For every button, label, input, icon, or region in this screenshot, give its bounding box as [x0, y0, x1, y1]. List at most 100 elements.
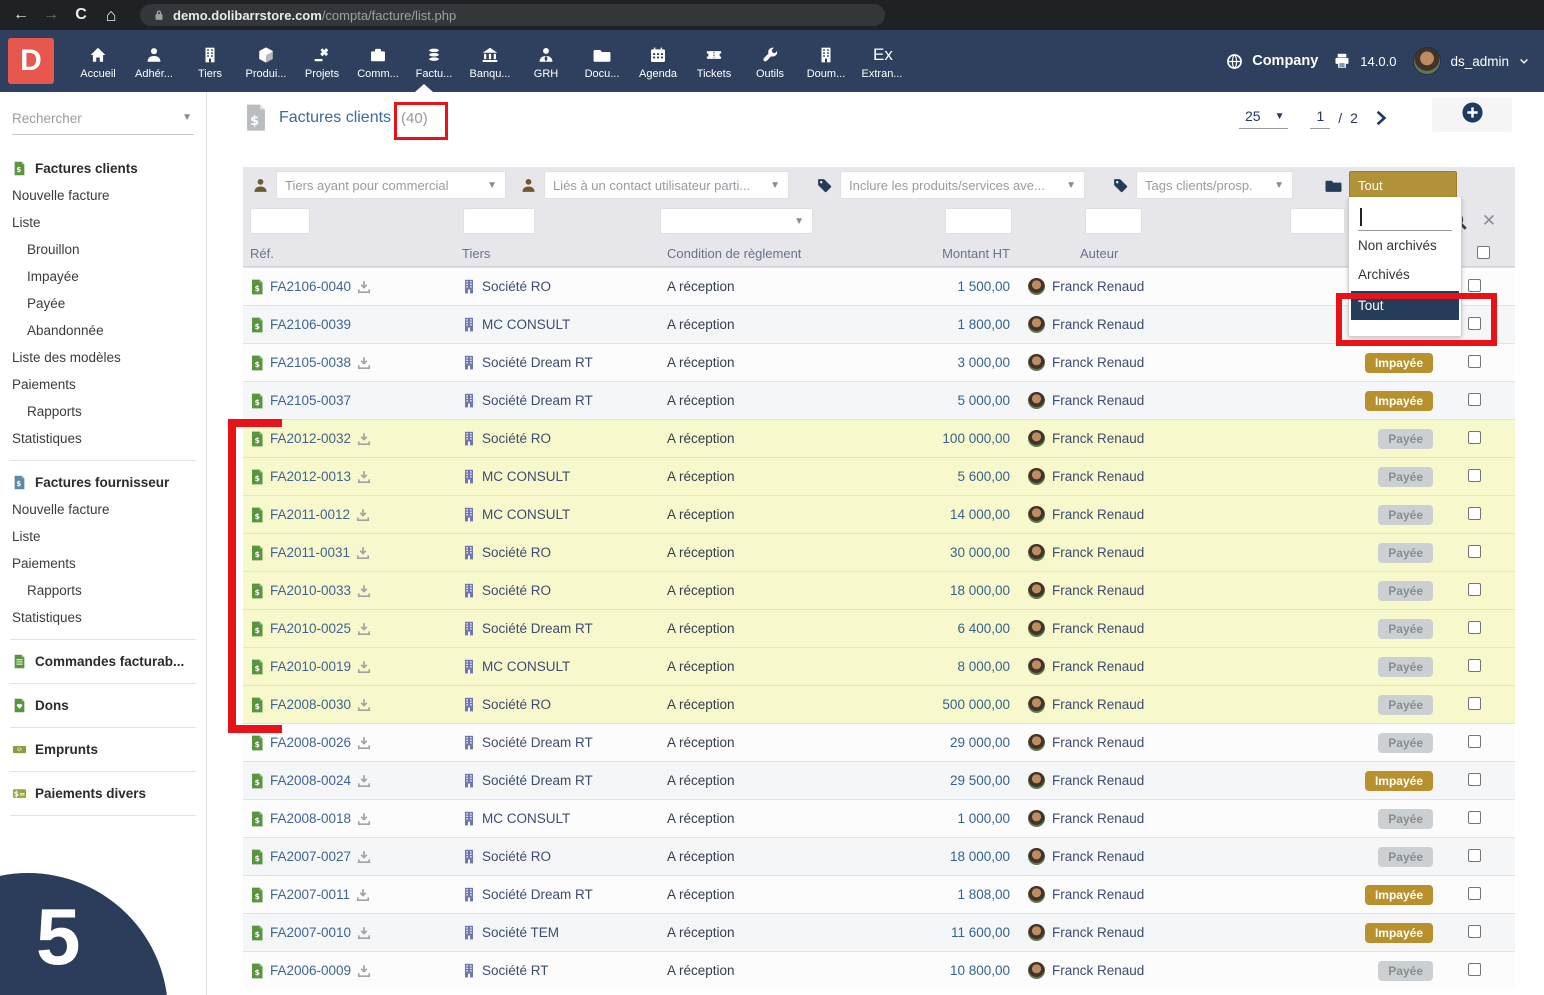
row-checkbox[interactable]: [1467, 810, 1481, 824]
dropdown-option-nonarchivs[interactable]: Non archivés: [1349, 231, 1461, 260]
sidebar-item-rapports[interactable]: Rapports: [0, 398, 206, 425]
thirdparty-link[interactable]: Société RT: [482, 963, 549, 978]
download-icon[interactable]: [356, 925, 372, 941]
invoice-ref-link[interactable]: FA2012-0013: [270, 469, 351, 484]
download-icon[interactable]: [356, 811, 372, 827]
next-page-icon[interactable]: [1372, 109, 1390, 127]
thirdparty-link[interactable]: MC CONSULT: [482, 317, 570, 332]
download-icon[interactable]: [356, 431, 372, 447]
invoice-ref-link[interactable]: FA2105-0037: [270, 393, 351, 408]
sidebar-item-paiements[interactable]: Paiements: [0, 550, 206, 577]
thirdparty-link[interactable]: Société RO: [482, 545, 551, 560]
thirdparty-link[interactable]: MC CONSULT: [482, 811, 570, 826]
menu-item-banqu[interactable]: Banqu...: [462, 42, 518, 80]
filter-archive-select[interactable]: Tout: [1349, 171, 1457, 199]
clear-filters-icon[interactable]: ✕: [1479, 211, 1499, 231]
menu-item-adhr[interactable]: Adhér...: [126, 42, 182, 80]
sidebar-item-paye[interactable]: Payée: [0, 290, 206, 317]
thirdparty-link[interactable]: Société RO: [482, 279, 551, 294]
download-icon[interactable]: [356, 583, 372, 599]
invoice-ref-link[interactable]: FA2106-0039: [270, 317, 351, 332]
thirdparty-link[interactable]: MC CONSULT: [482, 659, 570, 674]
dropdown-search[interactable]: [1358, 205, 1452, 231]
filter-products-select[interactable]: Inclure les produits/services ave... ▼: [840, 171, 1085, 199]
menu-item-grh[interactable]: GRH: [518, 42, 574, 80]
menu-item-tiers[interactable]: Tiers: [182, 42, 238, 80]
filter-tiers-input[interactable]: [463, 208, 535, 234]
menu-item-projets[interactable]: Projets: [294, 42, 350, 80]
download-icon[interactable]: [356, 279, 372, 295]
invoice-ref-link[interactable]: FA2010-0033: [270, 583, 351, 598]
sidebar-item-commandesfacturab[interactable]: Commandes facturab...: [0, 648, 206, 675]
thirdparty-link[interactable]: Société Dream RT: [482, 735, 593, 750]
invoice-ref-link[interactable]: FA2007-0010: [270, 925, 351, 940]
filter-author-input[interactable]: [1085, 208, 1142, 234]
thirdparty-link[interactable]: Société RO: [482, 583, 551, 598]
invoice-ref-link[interactable]: FA2008-0024: [270, 773, 351, 788]
filter-status-input[interactable]: [1290, 208, 1345, 234]
thirdparty-link[interactable]: Société RO: [482, 697, 551, 712]
thirdparty-link[interactable]: Société Dream RT: [482, 393, 593, 408]
filter-ref-input[interactable]: [250, 208, 310, 234]
current-page-link[interactable]: 1: [1310, 106, 1331, 129]
address-bar[interactable]: demo.dolibarrstore.com/compta/facture/li…: [140, 4, 885, 26]
sidebar-item-nouvellefacture[interactable]: Nouvelle facture: [0, 496, 206, 523]
filter-tags-select[interactable]: Tags clients/prosp. ▼: [1136, 171, 1293, 199]
sidebar-item-dons[interactable]: Dons: [0, 692, 206, 719]
menu-item-agenda[interactable]: Agenda: [630, 42, 686, 80]
download-icon[interactable]: [355, 887, 371, 903]
row-checkbox[interactable]: [1467, 278, 1481, 292]
invoice-ref-link[interactable]: FA2007-0011: [270, 887, 350, 902]
chevron-down-icon[interactable]: [1518, 55, 1530, 67]
invoice-ref-link[interactable]: FA2007-0027: [270, 849, 351, 864]
company-label[interactable]: Company: [1252, 53, 1318, 69]
row-checkbox[interactable]: [1467, 924, 1481, 938]
thirdparty-link[interactable]: Société TEM: [482, 925, 559, 940]
invoice-ref-link[interactable]: FA2008-0030: [270, 697, 351, 712]
column-header-condition[interactable]: Condition de règlement: [660, 246, 903, 261]
download-icon[interactable]: [356, 735, 372, 751]
column-header-amount[interactable]: Montant HT: [903, 246, 1010, 261]
invoice-ref-link[interactable]: FA2006-0009: [270, 963, 351, 978]
menu-item-produi[interactable]: Produi...: [238, 42, 294, 80]
row-checkbox[interactable]: [1467, 734, 1481, 748]
sidebar-search-input[interactable]: [12, 111, 172, 126]
row-checkbox[interactable]: [1467, 886, 1481, 900]
filter-contact-select[interactable]: Liés à un contact utilisateur parti... ▼: [544, 171, 789, 199]
sidebar-item-impaye[interactable]: Impayée: [0, 263, 206, 290]
sidebar-item-listedesmodles[interactable]: Liste des modèles: [0, 344, 206, 371]
new-invoice-button[interactable]: [1432, 98, 1512, 132]
row-checkbox[interactable]: [1467, 772, 1481, 786]
printer-icon[interactable]: [1333, 52, 1351, 70]
row-checkbox[interactable]: [1467, 620, 1481, 634]
page-size-select[interactable]: 25 ▼: [1239, 106, 1289, 129]
download-icon[interactable]: [356, 659, 372, 675]
column-header-ref[interactable]: Réf.: [243, 246, 455, 261]
menu-item-outils[interactable]: Outils: [742, 42, 798, 80]
row-checkbox[interactable]: [1467, 658, 1481, 672]
sidebar-item-liste[interactable]: Liste: [0, 209, 206, 236]
row-checkbox[interactable]: [1467, 506, 1481, 520]
filter-sales-rep-select[interactable]: Tiers ayant pour commercial ▼: [276, 171, 506, 199]
row-checkbox[interactable]: [1467, 430, 1481, 444]
invoice-ref-link[interactable]: FA2008-0018: [270, 811, 351, 826]
sidebar-item-emprunts[interactable]: $ Emprunts: [0, 736, 206, 763]
invoice-ref-link[interactable]: FA2012-0032: [270, 431, 351, 446]
invoice-ref-link[interactable]: FA2010-0019: [270, 659, 351, 674]
download-icon[interactable]: [356, 773, 372, 789]
menu-item-doum[interactable]: Doum...: [798, 42, 854, 80]
thirdparty-link[interactable]: Société Dream RT: [482, 621, 593, 636]
download-icon[interactable]: [356, 697, 372, 713]
browser-home-icon[interactable]: ⌂: [96, 5, 126, 26]
download-icon[interactable]: [356, 849, 372, 865]
row-checkbox[interactable]: [1467, 544, 1481, 558]
menu-item-factu[interactable]: Factu...: [406, 42, 462, 80]
sidebar-item-paiementsdivers[interactable]: $= Paiements divers: [0, 780, 206, 807]
invoice-ref-link[interactable]: FA2011-0012: [270, 507, 350, 522]
user-name[interactable]: ds_admin: [1450, 54, 1509, 69]
row-checkbox[interactable]: [1467, 468, 1481, 482]
invoice-ref-link[interactable]: FA2010-0025: [270, 621, 351, 636]
sidebar-search[interactable]: ▼: [12, 110, 194, 135]
sidebar-item-nouvellefacture[interactable]: Nouvelle facture: [0, 182, 206, 209]
invoice-ref-link[interactable]: FA2008-0026: [270, 735, 351, 750]
